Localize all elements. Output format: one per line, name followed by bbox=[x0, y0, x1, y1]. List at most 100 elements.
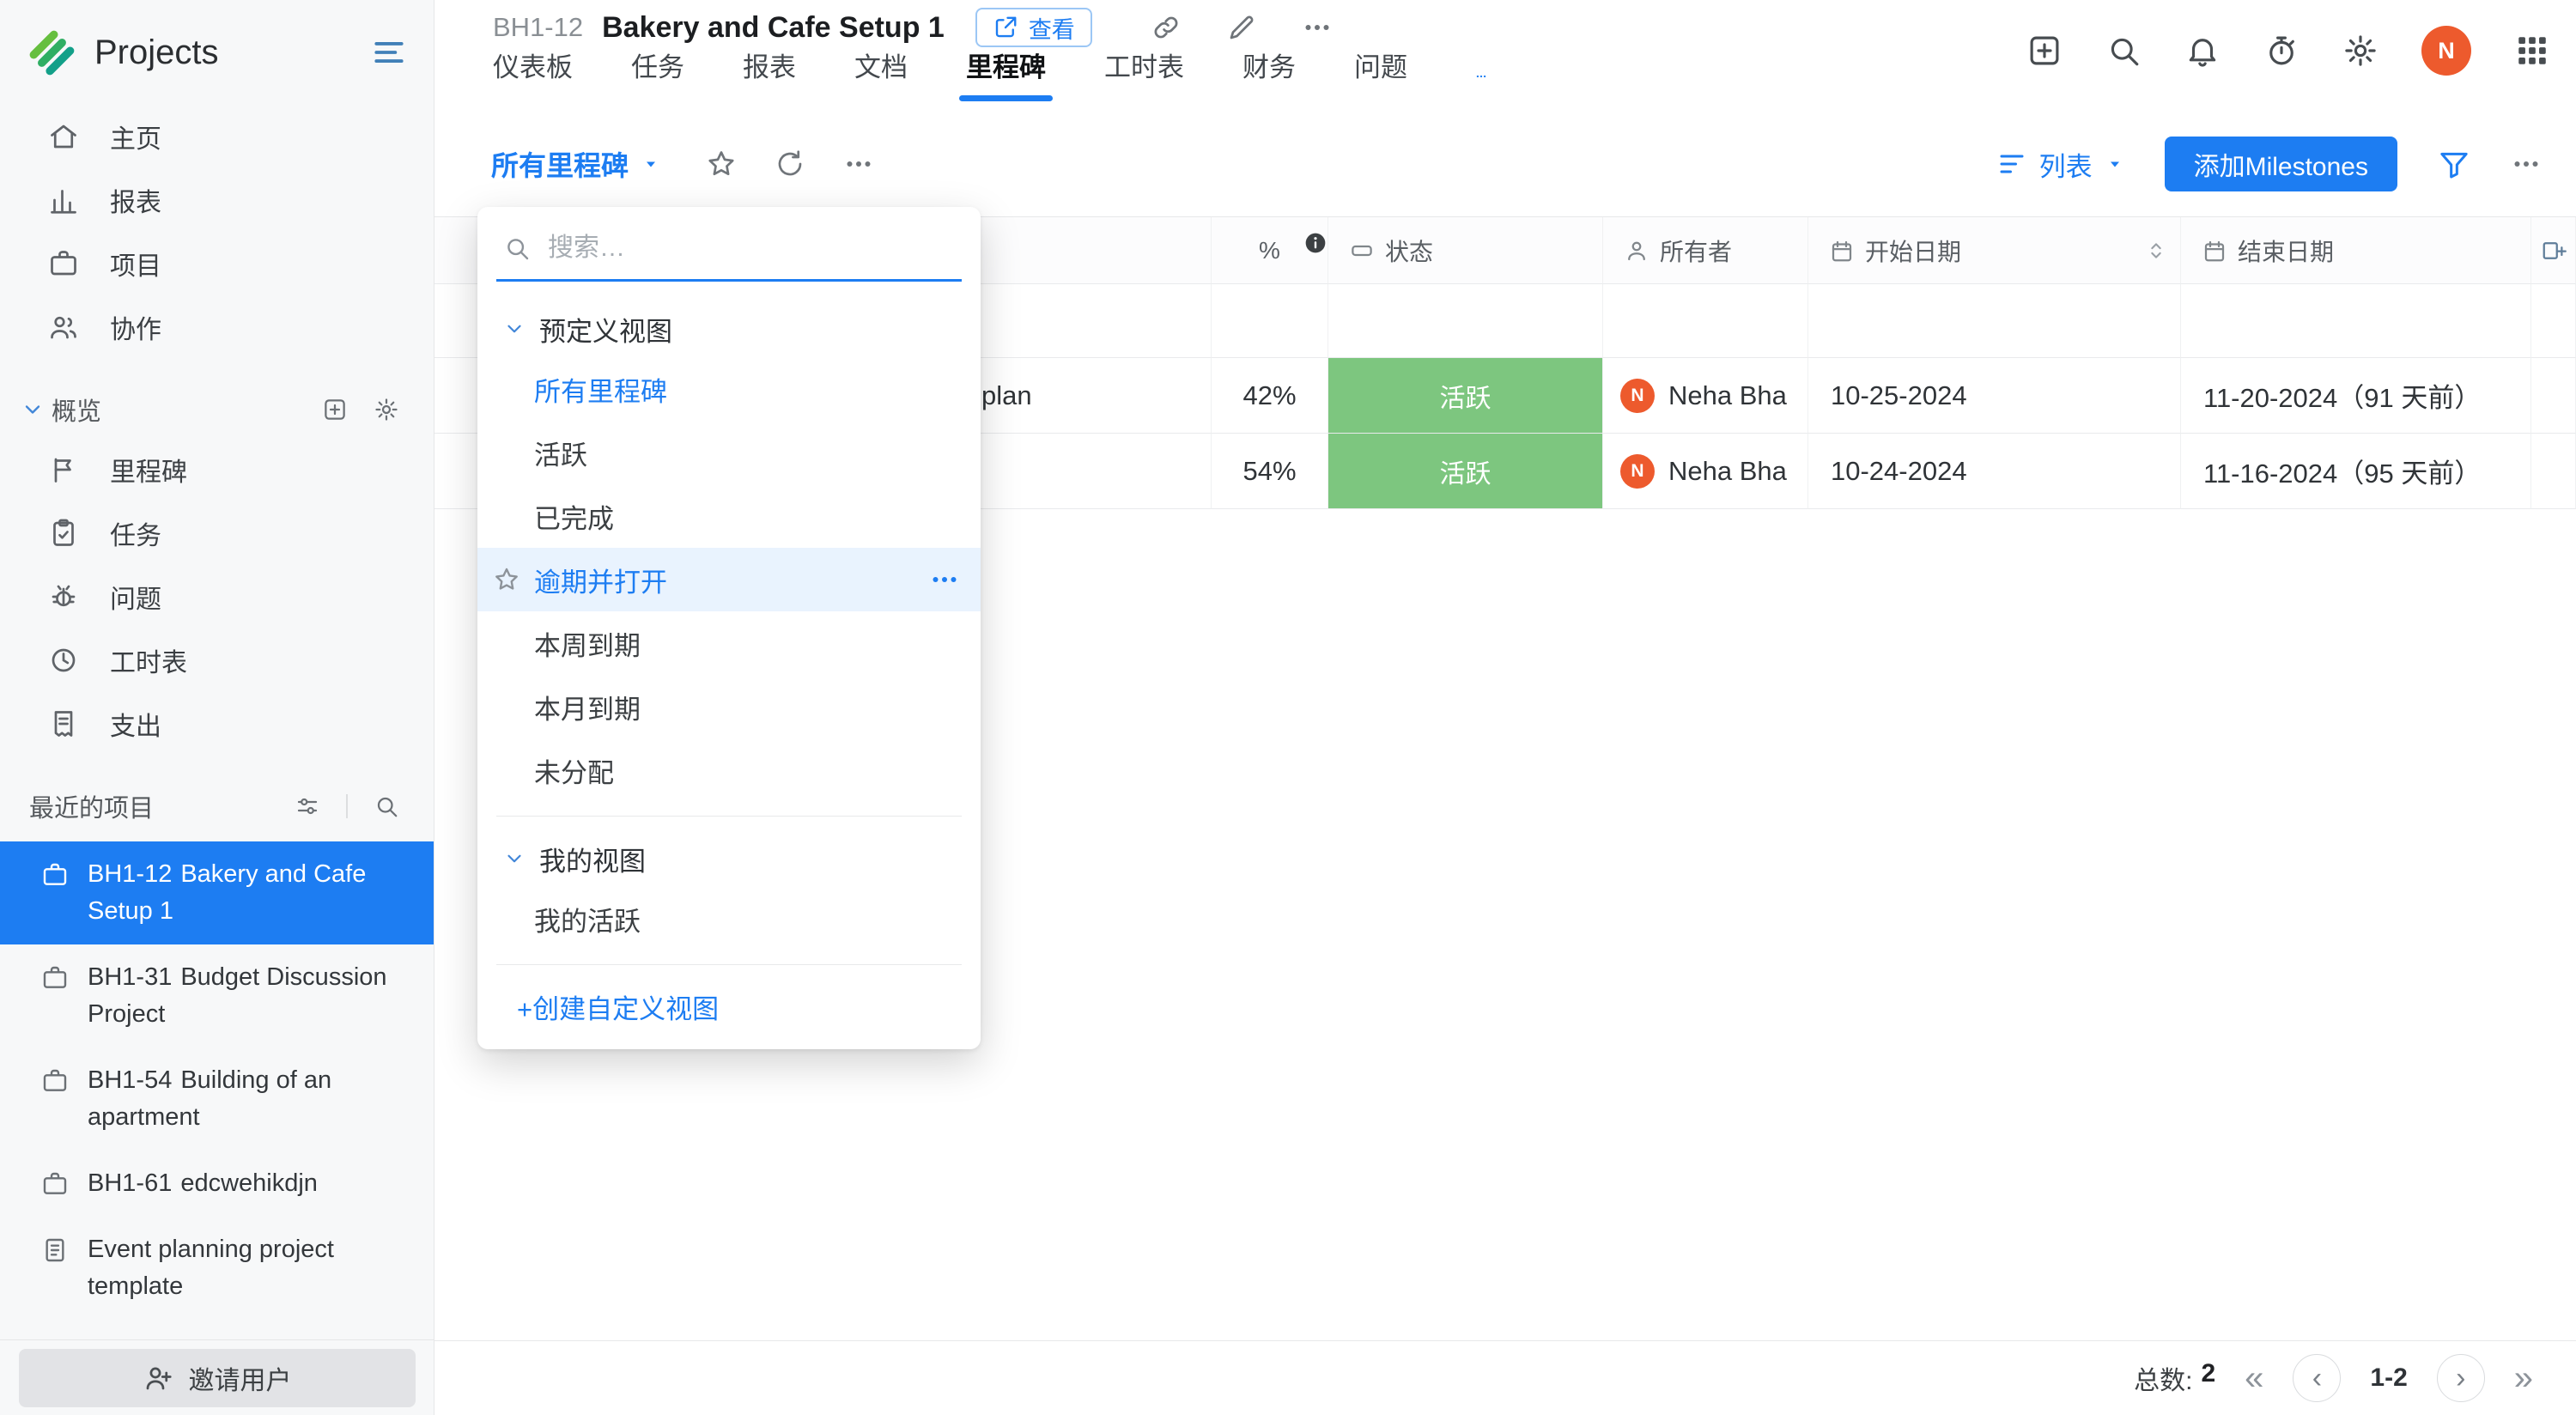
notifications-bell-icon[interactable] bbox=[2184, 33, 2221, 69]
owner-cell[interactable]: N Neha Bha bbox=[1603, 358, 1808, 434]
my-views-header[interactable]: 我的视图 bbox=[477, 830, 981, 887]
project-item-bh1-12[interactable]: BH1-12Bakery and Cafe Setup 1 bbox=[0, 841, 434, 944]
tab-milestones[interactable]: 里程碑 bbox=[966, 46, 1046, 101]
project-item-bh1-59[interactable]: BH1-59event mangament bbox=[0, 1320, 434, 1322]
add-milestones-button[interactable]: 添加Milestones bbox=[2165, 137, 2397, 191]
end-date-cell[interactable]: 11-20-2024（91 天前） bbox=[2181, 358, 2531, 434]
start-date-cell[interactable]: 10-24-2024 bbox=[1808, 434, 2181, 509]
view-item-due-this-month[interactable]: 本月到期 bbox=[477, 675, 981, 738]
sidebar-item-projects[interactable]: 项目 bbox=[0, 232, 434, 295]
view-item-overdue-open[interactable]: 逾期并打开 bbox=[477, 548, 981, 611]
sidebar: Projects 主页 报表 项目 协作 概览 里程碑 任务 问题 bbox=[0, 0, 434, 1415]
recent-projects-title: 最近的项目 bbox=[29, 788, 295, 824]
tab-timesheet[interactable]: 工时表 bbox=[1104, 46, 1184, 101]
view-item-all-milestones[interactable]: 所有里程碑 bbox=[477, 357, 981, 421]
view-item-completed[interactable]: 已完成 bbox=[477, 484, 981, 548]
start-date-cell[interactable]: 10-25-2024 bbox=[1808, 358, 2181, 434]
tab-tasks[interactable]: 任务 bbox=[631, 46, 684, 101]
info-icon[interactable] bbox=[1302, 229, 1328, 257]
project-item-bh1-61[interactable]: BH1-61edcwehikdjn bbox=[0, 1151, 434, 1217]
search-icon[interactable] bbox=[2105, 33, 2142, 69]
settings-gear-icon[interactable] bbox=[2342, 33, 2379, 69]
edit-icon[interactable] bbox=[1226, 12, 1257, 43]
view-selector-dropdown[interactable]: 所有里程碑 bbox=[491, 144, 661, 184]
overview-title: 概览 bbox=[52, 392, 322, 428]
tab-documents[interactable]: 文档 bbox=[854, 46, 908, 101]
owner-cell[interactable]: N Neha Bha bbox=[1603, 434, 1808, 509]
create-custom-view-link[interactable]: +创建自定义视图 bbox=[477, 979, 981, 1034]
view-search-input[interactable] bbox=[546, 233, 955, 264]
view-item-active[interactable]: 活跃 bbox=[477, 421, 981, 484]
sidebar-item-reports[interactable]: 报表 bbox=[0, 168, 434, 232]
column-header-end-date[interactable]: 结束日期 bbox=[2181, 217, 2531, 284]
project-item-bh1-54[interactable]: BH1-54Building of an apartment bbox=[0, 1048, 434, 1151]
tabs-more-icon[interactable] bbox=[1466, 70, 1497, 101]
sidebar-item-label: 任务 bbox=[110, 514, 161, 552]
sidebar-item-issues[interactable]: 问题 bbox=[0, 565, 434, 629]
next-page-icon[interactable]: › bbox=[2437, 1354, 2485, 1402]
user-avatar[interactable]: N bbox=[2421, 26, 2471, 76]
sidebar-item-milestones[interactable]: 里程碑 bbox=[0, 438, 434, 501]
tab-finance[interactable]: 财务 bbox=[1242, 46, 1296, 101]
layout-selector-dropdown[interactable]: 列表 bbox=[1996, 145, 2125, 184]
view-item-due-this-week[interactable]: 本周到期 bbox=[477, 611, 981, 675]
more-options-icon[interactable] bbox=[1302, 12, 1333, 43]
star-icon[interactable] bbox=[493, 566, 520, 593]
project-item-bh1-31[interactable]: BH1-31Budget Discussion Project bbox=[0, 944, 434, 1048]
filter-funnel-icon[interactable] bbox=[2437, 147, 2471, 181]
sidebar-item-home[interactable]: 主页 bbox=[0, 105, 434, 168]
filter-sliders-icon[interactable] bbox=[295, 793, 320, 819]
view-item-unassigned[interactable]: 未分配 bbox=[477, 738, 981, 802]
project-box-icon bbox=[41, 861, 69, 889]
toolbar-right-more-icon[interactable] bbox=[2511, 149, 2542, 179]
page-title: Bakery and Cafe Setup 1 bbox=[602, 11, 945, 45]
toolbar-more-icon[interactable] bbox=[843, 149, 874, 179]
section-title: 预定义视图 bbox=[539, 310, 672, 349]
sort-icon[interactable] bbox=[2144, 239, 2168, 263]
view-button[interactable]: 查看 bbox=[975, 8, 1092, 47]
status-badge[interactable]: 活跃 bbox=[1328, 358, 1602, 433]
percent-cell: 54% bbox=[1212, 434, 1328, 509]
sidebar-item-expenses[interactable]: 支出 bbox=[0, 692, 434, 756]
sidebar-item-label: 工时表 bbox=[110, 641, 187, 679]
refresh-icon[interactable] bbox=[775, 149, 805, 179]
add-column-header[interactable] bbox=[2531, 217, 2576, 284]
last-page-icon[interactable]: » bbox=[2514, 1361, 2533, 1395]
total-value: 2 bbox=[2201, 1359, 2215, 1397]
prev-page-icon[interactable]: ‹ bbox=[2293, 1354, 2341, 1402]
column-label: 所有者 bbox=[1660, 234, 1732, 268]
global-actions: N bbox=[2026, 0, 2550, 101]
column-header-start-date[interactable]: 开始日期 bbox=[1808, 217, 2181, 284]
timer-icon[interactable] bbox=[2263, 33, 2300, 69]
quick-add-icon[interactable] bbox=[2026, 33, 2063, 69]
column-header-status[interactable]: 状态 bbox=[1328, 217, 1603, 284]
sidebar-item-timesheet[interactable]: 工时表 bbox=[0, 629, 434, 692]
chevron-down-icon bbox=[503, 318, 526, 340]
project-item-event-template[interactable]: Event planning project template bbox=[0, 1217, 434, 1320]
recent-projects-header: 最近的项目 bbox=[0, 778, 434, 835]
tab-dashboard[interactable]: 仪表板 bbox=[493, 46, 573, 101]
add-widget-icon[interactable] bbox=[322, 397, 348, 422]
task-icon bbox=[48, 518, 79, 549]
view-item-more-icon[interactable] bbox=[929, 564, 960, 595]
tab-issues[interactable]: 问题 bbox=[1354, 46, 1407, 101]
column-header-owner[interactable]: 所有者 bbox=[1603, 217, 1808, 284]
app-name: Projects bbox=[94, 33, 219, 72]
predefined-views-header[interactable]: 预定义视图 bbox=[477, 301, 981, 357]
search-icon[interactable] bbox=[374, 793, 399, 819]
sidebar-collapse-icon[interactable] bbox=[370, 33, 408, 71]
end-date-cell[interactable]: 11-16-2024（95 天前） bbox=[2181, 434, 2531, 509]
invite-users-button[interactable]: 邀请用户 bbox=[19, 1349, 416, 1407]
view-item-my-active[interactable]: 我的活跃 bbox=[477, 887, 981, 950]
overview-section-header[interactable]: 概览 bbox=[0, 381, 434, 438]
favorite-star-icon[interactable] bbox=[706, 149, 737, 179]
sidebar-item-tasks[interactable]: 任务 bbox=[0, 501, 434, 565]
app-grid-icon[interactable] bbox=[2514, 33, 2550, 69]
column-header-percent[interactable]: % bbox=[1212, 217, 1328, 284]
status-badge[interactable]: 活跃 bbox=[1328, 434, 1602, 508]
link-icon[interactable] bbox=[1151, 12, 1182, 43]
sidebar-item-collab[interactable]: 协作 bbox=[0, 295, 434, 359]
first-page-icon[interactable]: « bbox=[2245, 1361, 2263, 1395]
gear-icon[interactable] bbox=[374, 397, 399, 422]
tab-reports[interactable]: 报表 bbox=[743, 46, 796, 101]
